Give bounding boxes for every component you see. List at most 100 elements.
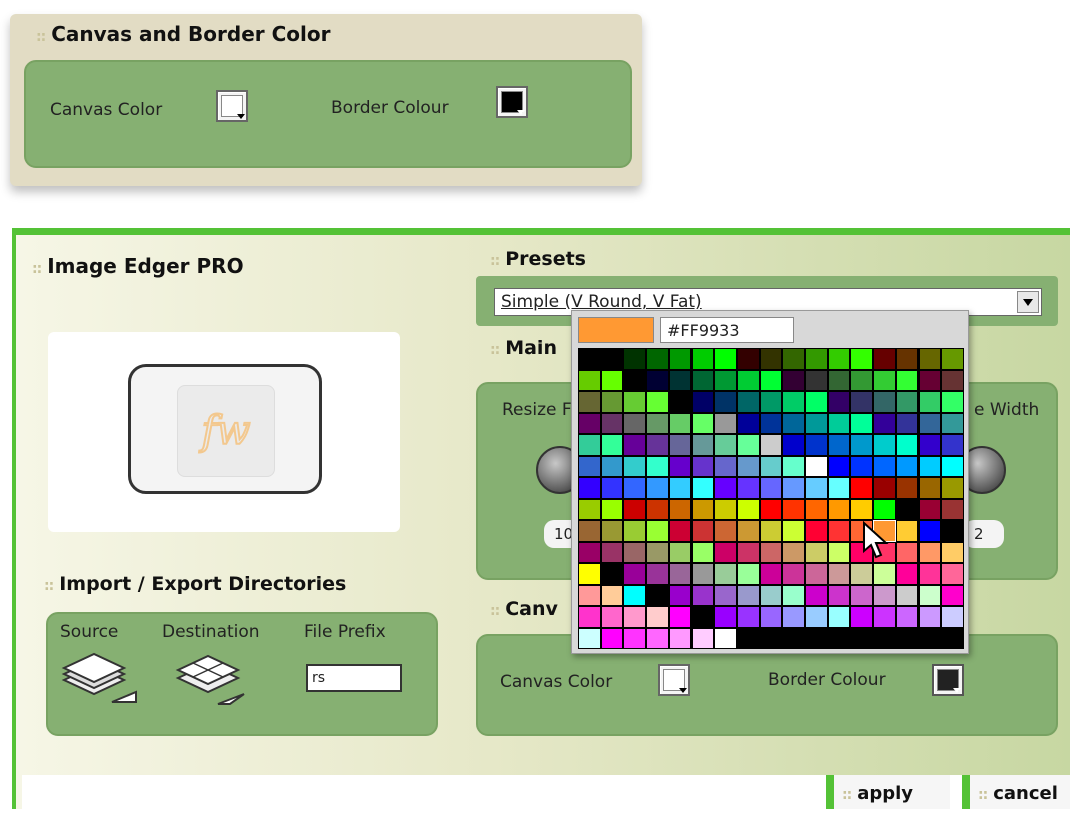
color-swatch[interactable] [669, 564, 691, 584]
drag-grip-icon[interactable]: :: [36, 29, 46, 45]
color-swatch[interactable] [647, 607, 668, 627]
color-swatch[interactable] [806, 370, 827, 390]
color-swatch[interactable] [737, 370, 759, 390]
color-swatch[interactable] [715, 349, 736, 369]
color-swatch[interactable] [828, 478, 850, 498]
color-swatch[interactable] [919, 585, 941, 605]
color-swatch[interactable] [919, 392, 941, 412]
color-swatch[interactable] [874, 585, 895, 605]
color-swatch[interactable] [806, 413, 827, 433]
canvas-color-picker-button[interactable] [658, 664, 690, 696]
color-swatch[interactable] [669, 585, 691, 605]
color-swatch[interactable] [760, 435, 782, 455]
color-swatch[interactable] [806, 564, 827, 584]
color-swatch[interactable] [579, 456, 600, 476]
color-swatch[interactable] [783, 542, 804, 562]
color-swatch[interactable] [601, 478, 623, 498]
color-swatch[interactable] [874, 413, 895, 433]
color-swatch[interactable] [624, 542, 646, 562]
color-swatch[interactable] [737, 521, 759, 541]
color-swatch[interactable] [601, 370, 623, 390]
color-swatch[interactable] [669, 628, 691, 648]
color-swatch[interactable] [851, 349, 873, 369]
color-swatch[interactable] [647, 585, 668, 605]
color-swatch[interactable] [783, 607, 804, 627]
color-swatch[interactable] [783, 370, 804, 390]
color-swatch[interactable] [806, 542, 827, 562]
color-swatch[interactable] [692, 478, 714, 498]
color-swatch[interactable] [601, 413, 623, 433]
color-swatch[interactable] [806, 499, 827, 519]
color-swatch[interactable] [760, 370, 782, 390]
color-swatch[interactable] [851, 499, 873, 519]
color-swatch[interactable] [919, 413, 941, 433]
color-swatch[interactable] [851, 628, 873, 648]
color-swatch[interactable] [579, 542, 600, 562]
canvas-color-picker-button[interactable] [216, 90, 248, 122]
color-swatch[interactable] [692, 628, 714, 648]
color-swatch[interactable] [942, 607, 963, 627]
color-swatch[interactable] [806, 435, 827, 455]
color-swatch[interactable] [624, 435, 646, 455]
color-swatch[interactable] [851, 585, 873, 605]
color-swatch[interactable] [783, 521, 804, 541]
color-swatch[interactable] [601, 542, 623, 562]
color-swatch[interactable] [760, 413, 782, 433]
color-swatch[interactable] [715, 413, 736, 433]
hex-input[interactable]: #FF9933 [660, 317, 794, 343]
color-swatch[interactable] [874, 607, 895, 627]
color-swatch[interactable] [942, 628, 963, 648]
color-swatch[interactable] [715, 499, 736, 519]
color-swatch[interactable] [874, 349, 895, 369]
color-swatch[interactable] [828, 456, 850, 476]
color-swatch[interactable] [942, 542, 963, 562]
color-swatch[interactable] [851, 435, 873, 455]
color-swatch[interactable] [783, 392, 804, 412]
color-swatch[interactable] [624, 349, 646, 369]
color-swatch[interactable] [760, 499, 782, 519]
color-swatch[interactable] [737, 628, 759, 648]
color-swatch[interactable] [579, 585, 600, 605]
color-swatch[interactable] [737, 392, 759, 412]
color-swatch[interactable] [601, 435, 623, 455]
color-swatch[interactable] [874, 628, 895, 648]
color-swatch[interactable] [715, 585, 736, 605]
color-swatch[interactable] [851, 607, 873, 627]
color-swatch[interactable] [942, 564, 963, 584]
color-swatch[interactable] [692, 413, 714, 433]
color-swatch[interactable] [851, 392, 873, 412]
color-swatch[interactable] [647, 478, 668, 498]
color-swatch[interactable] [874, 370, 895, 390]
color-swatch[interactable] [737, 349, 759, 369]
color-swatch[interactable] [896, 499, 918, 519]
color-swatch[interactable] [692, 349, 714, 369]
color-swatch[interactable] [828, 585, 850, 605]
color-swatch[interactable] [647, 628, 668, 648]
color-swatch[interactable] [760, 392, 782, 412]
color-swatch[interactable] [624, 607, 646, 627]
cancel-button[interactable]: :: cancel [962, 775, 1070, 809]
source-folder-icon[interactable] [60, 650, 140, 706]
color-swatch[interactable] [896, 370, 918, 390]
color-swatch[interactable] [919, 521, 941, 541]
color-swatch[interactable] [919, 607, 941, 627]
color-swatch[interactable] [647, 456, 668, 476]
color-swatch[interactable] [624, 370, 646, 390]
color-swatch[interactable] [692, 564, 714, 584]
color-swatch[interactable] [692, 370, 714, 390]
color-swatch[interactable] [806, 478, 827, 498]
color-swatch[interactable] [783, 585, 804, 605]
color-swatch[interactable] [919, 478, 941, 498]
color-swatch[interactable] [715, 456, 736, 476]
color-swatch[interactable] [647, 499, 668, 519]
color-swatch[interactable] [647, 542, 668, 562]
color-swatch[interactable] [579, 521, 600, 541]
color-swatch[interactable] [783, 456, 804, 476]
color-swatch[interactable] [896, 456, 918, 476]
color-swatch[interactable] [715, 478, 736, 498]
color-swatch[interactable] [851, 456, 873, 476]
color-swatch[interactable] [669, 435, 691, 455]
color-swatch[interactable] [896, 542, 918, 562]
color-swatch[interactable] [783, 499, 804, 519]
color-swatch[interactable] [692, 499, 714, 519]
